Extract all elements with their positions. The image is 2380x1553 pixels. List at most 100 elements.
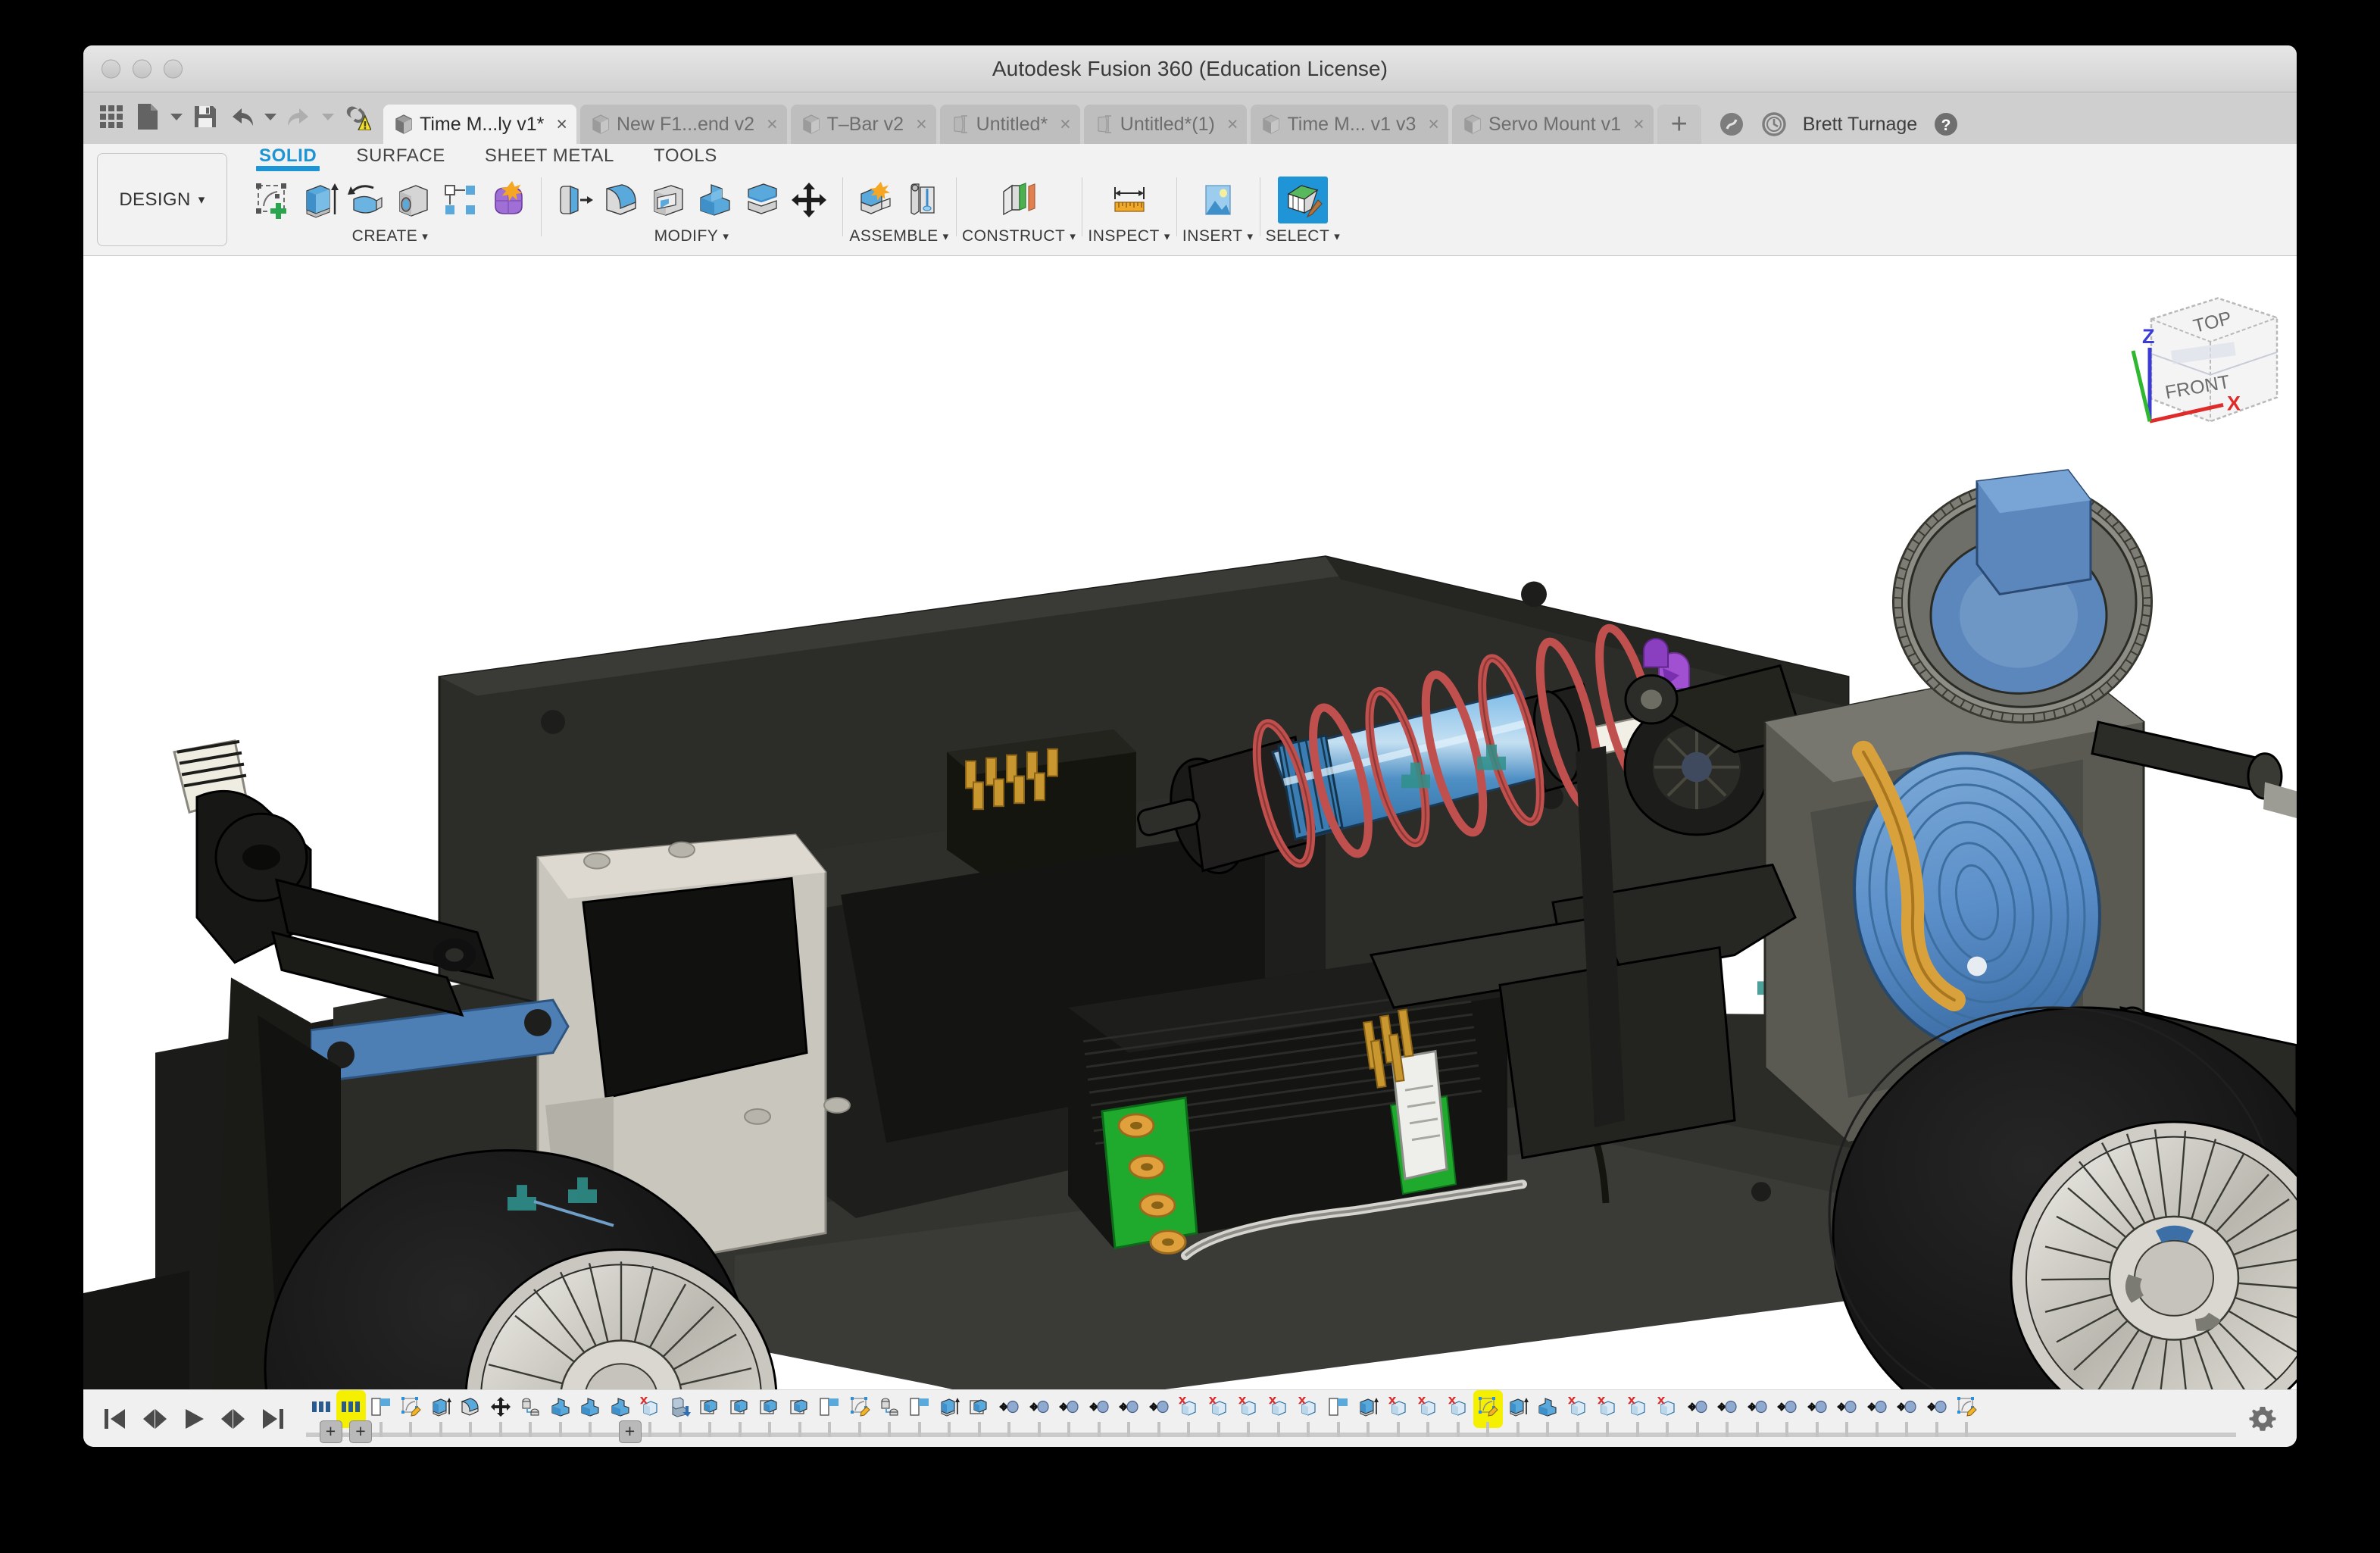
document-tab-3[interactable]: Untitled* ×	[939, 105, 1080, 144]
close-window-button[interactable]	[102, 59, 120, 78]
panel-label-construct[interactable]: CONSTRUCT ▾	[962, 227, 1076, 245]
revolve-tool[interactable]	[345, 177, 388, 223]
document-tab-5[interactable]: Time M... v1 v3 ×	[1251, 105, 1448, 144]
create-sketch-tool[interactable]	[251, 177, 294, 223]
workspace-selector[interactable]: DESIGN ▾	[97, 153, 227, 246]
tab-label: Time M...ly v1*	[420, 113, 545, 135]
timeline-tick	[1396, 1421, 1400, 1437]
rigid-group-icon	[1747, 1396, 1768, 1421]
zoom-window-button[interactable]	[164, 59, 183, 78]
redo-icon	[288, 108, 308, 126]
tab-close-icon[interactable]: ×	[1428, 114, 1439, 136]
panel-label-select[interactable]: SELECT ▾	[1266, 227, 1341, 245]
grid-icon	[100, 105, 123, 128]
undo-icon	[233, 108, 253, 126]
panel-assemble: ASSEMBLE ▾	[842, 173, 956, 245]
new-component-tool[interactable]	[854, 177, 897, 223]
tab-close-icon[interactable]: ×	[556, 114, 567, 136]
fillet-tool[interactable]	[600, 177, 642, 223]
tab-close-icon[interactable]: ×	[1227, 114, 1238, 136]
timeline-group-marker-2[interactable]: +	[618, 1420, 642, 1443]
job-status-icon[interactable]	[1718, 111, 1745, 138]
document-tab-1[interactable]: New F1...end v2 ×	[579, 105, 787, 144]
redo-button[interactable]	[282, 97, 317, 136]
timeline-group-marker-0[interactable]: +	[319, 1420, 342, 1443]
combine-tool[interactable]	[694, 177, 736, 223]
rectangular-pattern-icon	[445, 185, 475, 214]
undo-caret-button[interactable]	[261, 97, 280, 136]
caret-down-icon	[264, 114, 276, 120]
timeline-group-marker-1[interactable]: +	[349, 1420, 372, 1443]
rigid-group-icon	[1029, 1396, 1050, 1421]
step-back-icon	[143, 1408, 167, 1429]
split-face-tool[interactable]	[741, 177, 783, 223]
show-data-panel-button[interactable]	[94, 97, 129, 136]
recent-activity-icon[interactable]	[1760, 111, 1788, 138]
solid-cube-icon	[802, 114, 820, 134]
combine-icon	[1537, 1396, 1558, 1421]
file-icon	[138, 104, 158, 130]
undo-button[interactable]	[224, 97, 259, 136]
timeline-track[interactable]: + + +	[306, 1389, 2236, 1448]
document-tab-4[interactable]: Untitled*(1) ×	[1083, 105, 1248, 144]
rigid-group-icon	[1866, 1396, 1888, 1421]
joint-tool[interactable]	[901, 177, 944, 223]
redo-caret-button[interactable]	[318, 97, 338, 136]
rectangular-pattern-tool[interactable]	[439, 177, 482, 223]
panel-label-create[interactable]: CREATE ▾	[352, 227, 429, 245]
tab-label: Time M... v1 v3	[1287, 113, 1416, 135]
timeline-step-back-button[interactable]	[136, 1399, 173, 1439]
traffic-light-group	[102, 59, 183, 78]
delete-body-icon	[1298, 1396, 1319, 1421]
save-button[interactable]	[188, 97, 223, 136]
panel-label-assemble[interactable]: ASSEMBLE ▾	[849, 227, 948, 245]
sketch-icon	[849, 1396, 870, 1421]
tab-close-icon[interactable]: ×	[767, 114, 778, 136]
timeline-settings-button[interactable]	[2236, 1405, 2289, 1433]
hole-tool[interactable]	[392, 177, 435, 223]
timeline-tick	[648, 1421, 652, 1437]
design-viewport-canvas[interactable]: TOP FRONT Z X	[83, 256, 2297, 1389]
timeline-tick	[798, 1421, 801, 1437]
tab-close-icon[interactable]: ×	[916, 114, 927, 136]
measure-tool[interactable]	[1104, 177, 1154, 223]
timeline-play-button[interactable]	[176, 1399, 212, 1439]
link-warning-button[interactable]	[339, 97, 374, 136]
timeline-tick	[469, 1421, 473, 1437]
timeline-tick	[857, 1421, 861, 1437]
help-icon[interactable]: ?	[1932, 111, 1960, 138]
sketch-plane-icon	[370, 1396, 392, 1421]
document-tab-6[interactable]: Servo Mount v1 ×	[1452, 105, 1654, 144]
offset-plane-tool[interactable]	[994, 177, 1044, 223]
press-pull-tool[interactable]	[553, 177, 595, 223]
account-area: Brett Turnage ?	[1718, 111, 1960, 144]
minimize-window-button[interactable]	[133, 59, 151, 78]
timeline-go-end-button[interactable]	[255, 1399, 291, 1439]
new-tab-button[interactable]: +	[1657, 105, 1701, 144]
shell-tool[interactable]	[647, 177, 689, 223]
file-menu-button[interactable]	[130, 97, 165, 136]
create-form-tool[interactable]	[486, 177, 529, 223]
document-tab-2[interactable]: T–Bar v2 ×	[790, 105, 936, 144]
rigid-group-icon	[1058, 1396, 1079, 1421]
extrude-tool[interactable]	[298, 177, 341, 223]
tab-solid[interactable]: SOLID	[239, 145, 336, 171]
panel-label-insert[interactable]: INSERT ▾	[1182, 227, 1254, 245]
tab-tools[interactable]: TOOLS	[634, 145, 737, 167]
chevron-down-icon: ▾	[723, 230, 729, 243]
tab-sheet-metal[interactable]: SHEET METAL	[465, 145, 634, 167]
file-menu-caret-button[interactable]	[167, 97, 186, 136]
panel-assemble-text: ASSEMBLE	[849, 227, 939, 245]
timeline-step-forward-button[interactable]	[215, 1399, 251, 1439]
panel-label-inspect[interactable]: INSPECT ▾	[1088, 227, 1170, 245]
tab-surface[interactable]: SURFACE	[336, 145, 465, 167]
delete-body-icon	[1567, 1396, 1588, 1421]
tab-close-icon[interactable]: ×	[1060, 114, 1071, 136]
document-tab-0[interactable]: Time M...ly v1* ×	[383, 105, 576, 144]
move-copy-tool[interactable]	[788, 177, 830, 223]
panel-label-modify[interactable]: MODIFY ▾	[654, 227, 729, 245]
insert-canvas-tool[interactable]	[1193, 177, 1243, 223]
timeline-go-start-button[interactable]	[97, 1399, 133, 1439]
tab-close-icon[interactable]: ×	[1633, 114, 1644, 136]
select-tool[interactable]	[1277, 177, 1328, 223]
